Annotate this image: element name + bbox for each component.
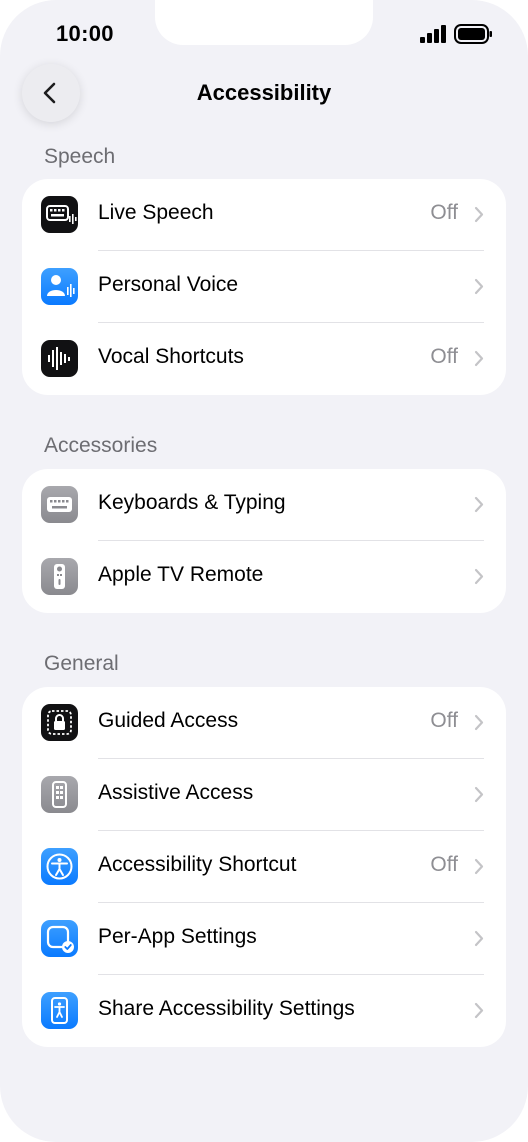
row-label: Vocal Shortcuts [98,345,244,368]
row-label: Accessibility Shortcut [98,853,297,876]
group-speech: Live Speech Off Personal Voice Vocal Sho… [22,179,506,395]
row-accessibility-shortcut[interactable]: Accessibility Shortcut Off [22,831,506,903]
chevron-right-icon [474,350,484,367]
row-value: Off [430,709,458,732]
row-live-speech[interactable]: Live Speech Off [22,179,506,251]
chevron-right-icon [474,714,484,731]
person-waveform-icon [41,268,78,305]
accessibility-person-icon [41,848,78,885]
row-keyboards-typing[interactable]: Keyboards & Typing [22,469,506,541]
phone-accessibility-icon [41,992,78,1029]
section-header-speech: Speech [44,145,116,168]
page-title: Accessibility [196,80,332,105]
chevron-right-icon [474,858,484,875]
row-apple-tv-remote[interactable]: Apple TV Remote [22,541,506,613]
row-label: Keyboards & Typing [98,491,286,514]
row-assistive-access[interactable]: Assistive Access [22,759,506,831]
row-value: Off [430,853,458,876]
row-share-accessibility-settings[interactable]: Share Accessibility Settings [22,975,506,1047]
assistive-access-icon [41,776,78,813]
chevron-right-icon [474,496,484,513]
chevron-right-icon [474,206,484,223]
phone-screen: 10:00 Accessibility Speech Live Speech O… [0,0,528,1142]
row-label: Apple TV Remote [98,563,264,586]
chevron-right-icon [474,786,484,803]
row-vocal-shortcuts[interactable]: Vocal Shortcuts Off [22,323,506,395]
group-general: Guided Access Off Assistive Access Acces… [22,687,506,1047]
guided-access-lock-icon [41,704,78,741]
chevron-right-icon [474,930,484,947]
row-guided-access[interactable]: Guided Access Off [22,687,506,759]
battery-icon [454,24,492,44]
status-time: 10:00 [56,21,114,46]
row-label: Guided Access [98,709,239,732]
section-header-general: General [44,652,119,675]
waveform-icon [41,340,78,377]
row-label: Per-App Settings [98,925,257,948]
section-header-accessories: Accessories [44,434,158,457]
row-label: Live Speech [98,201,214,224]
notch [155,0,373,45]
signal-icon [420,25,446,43]
group-accessories: Keyboards & Typing Apple TV Remote [22,469,506,613]
row-label: Assistive Access [98,781,254,804]
chevron-right-icon [474,568,484,585]
row-label: Share Accessibility Settings [98,997,355,1020]
row-per-app-settings[interactable]: Per-App Settings [22,903,506,975]
chevron-right-icon [474,1002,484,1019]
chevron-right-icon [474,278,484,295]
keyboard-waveform-icon [41,196,78,233]
keyboard-icon [41,486,78,523]
app-checkmark-icon [41,920,78,957]
row-value: Off [430,345,458,368]
row-value: Off [430,201,458,224]
tv-remote-icon [41,558,78,595]
row-personal-voice[interactable]: Personal Voice [22,251,506,323]
row-label: Personal Voice [98,273,239,296]
